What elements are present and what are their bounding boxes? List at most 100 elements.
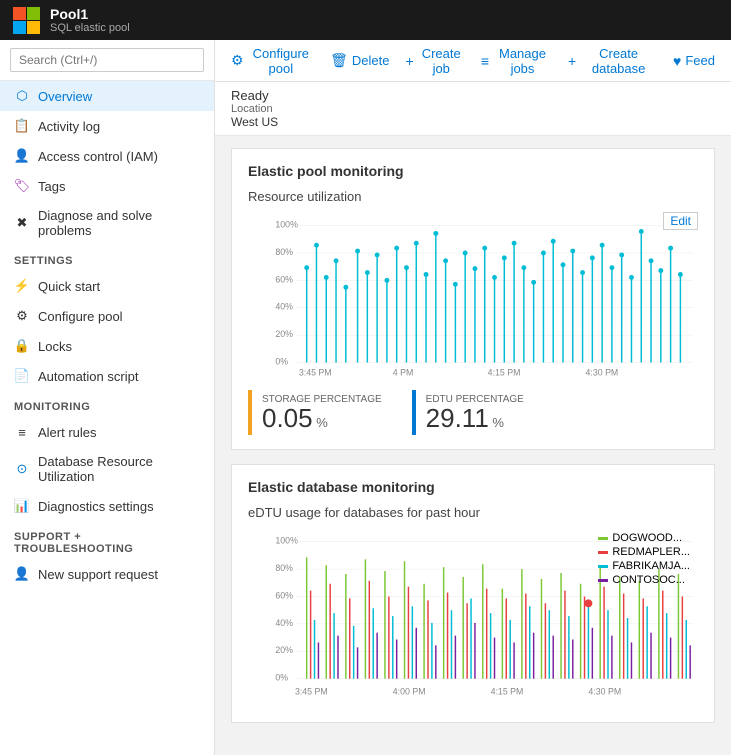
contosoc-color [598, 579, 608, 582]
dogwood-color [598, 537, 608, 540]
status-bar: Ready Location West US [215, 82, 731, 136]
sidebar-item-locks[interactable]: 🔒 Locks [0, 331, 214, 361]
content-area: ⚙ Configure pool 🗑 Delete + Create job ≡… [215, 40, 731, 755]
quick-start-icon: ⚡ [14, 278, 30, 294]
dogwood-label: DOGWOOD... [612, 532, 682, 544]
resource-util-svg: 100% 80% 60% 40% 20% 0% [248, 212, 698, 382]
sidebar-item-access-control[interactable]: 👤 Access control (IAM) [0, 141, 214, 171]
diagnostics-icon: 📊 [14, 498, 30, 514]
sidebar-label-tags: Tags [38, 179, 65, 194]
locks-icon: 🔒 [14, 338, 30, 354]
diagnose-icon: ✖ [14, 215, 30, 231]
storage-unit: % [316, 415, 328, 430]
configure-pool-button[interactable]: ⚙ Configure pool [231, 42, 314, 80]
app-logo [12, 6, 40, 34]
tags-icon: 🏷 [14, 178, 30, 194]
sidebar-label-db-resource: Database Resource Utilization [38, 454, 200, 484]
svg-text:100%: 100% [275, 536, 298, 546]
delete-icon: 🗑 [330, 52, 348, 69]
resource-subtitle: SQL elastic pool [50, 22, 130, 34]
main-layout: ⬡ Overview 📋 Activity log 👤 Access contr… [0, 40, 731, 755]
edtu-chart-container: DOGWOOD... REDMAPLER... FABRIKAMJA... [248, 528, 698, 708]
sidebar-item-tags[interactable]: 🏷 Tags [0, 171, 214, 201]
toolbar: ⚙ Configure pool 🗑 Delete + Create job ≡… [215, 40, 731, 82]
svg-text:40%: 40% [275, 618, 293, 628]
edtu-chart-title: eDTU usage for databases for past hour [248, 505, 698, 520]
new-support-icon: 👤 [14, 566, 30, 582]
sidebar-label-automation-script: Automation script [38, 369, 138, 384]
svg-text:80%: 80% [275, 247, 293, 257]
sidebar-label-quick-start: Quick start [38, 279, 100, 294]
sidebar-item-db-resource[interactable]: ⊙ Database Resource Utilization [0, 447, 214, 491]
sidebar-item-new-support[interactable]: 👤 New support request [0, 559, 214, 589]
section-label-settings: SETTINGS [0, 245, 214, 271]
sidebar-label-alert-rules: Alert rules [38, 425, 97, 440]
svg-text:60%: 60% [275, 590, 293, 600]
sidebar-item-diagnostics[interactable]: 📊 Diagnostics settings [0, 491, 214, 521]
content-scroll[interactable]: Elastic pool monitoring Resource utiliza… [215, 136, 731, 755]
svg-text:100%: 100% [275, 220, 298, 230]
db-resource-icon: ⊙ [14, 461, 30, 477]
nav-items: ⬡ Overview 📋 Activity log 👤 Access contr… [0, 81, 214, 245]
svg-text:4:30 PM: 4:30 PM [588, 686, 621, 696]
top-bar-titles: Pool1 SQL elastic pool [50, 6, 130, 34]
sidebar-item-automation-script[interactable]: 📄 Automation script [0, 361, 214, 391]
sidebar-item-configure-pool[interactable]: ⚙ Configure pool [0, 301, 214, 331]
edtu-metric: EDTU PERCENTAGE 29.11 % [412, 390, 538, 435]
svg-text:0%: 0% [275, 357, 288, 367]
svg-text:4:00 PM: 4:00 PM [393, 686, 426, 696]
top-bar: Pool1 SQL elastic pool [0, 0, 731, 40]
svg-text:0%: 0% [275, 673, 288, 683]
svg-text:4 PM: 4 PM [393, 367, 414, 377]
create-job-button[interactable]: + Create job [405, 42, 464, 80]
svg-text:4:30 PM: 4:30 PM [586, 367, 619, 377]
delete-button[interactable]: 🗑 Delete [330, 48, 389, 73]
location-label: Location [231, 103, 715, 115]
plus-icon-2: + [568, 53, 576, 69]
sidebar-search-container[interactable] [0, 40, 214, 81]
sidebar-label-activity-log: Activity log [38, 119, 100, 134]
metrics-row: STORAGE PERCENTAGE 0.05 % EDTU PERCENTAG… [248, 390, 698, 435]
sidebar-label-diagnose: Diagnose and solve problems [38, 208, 200, 238]
storage-metric-block: STORAGE PERCENTAGE 0.05 % [262, 394, 386, 431]
edit-chart-button[interactable]: Edit [663, 212, 698, 230]
activity-log-icon: 📋 [14, 118, 30, 134]
sidebar-label-diagnostics: Diagnostics settings [38, 499, 154, 514]
create-database-button[interactable]: + Create database [568, 42, 657, 80]
sidebar-sections: SETTINGS ⚡ Quick start ⚙ Configure pool … [0, 245, 214, 589]
sidebar-item-activity-log[interactable]: 📋 Activity log [0, 111, 214, 141]
list-icon: ≡ [481, 53, 489, 69]
svg-text:3:45 PM: 3:45 PM [295, 686, 328, 696]
svg-text:4:15 PM: 4:15 PM [491, 686, 524, 696]
sidebar-item-overview[interactable]: ⬡ Overview [0, 81, 214, 111]
edtu-unit: % [492, 415, 504, 430]
feed-button[interactable]: ♥ Feed [673, 49, 715, 73]
automation-script-icon: 📄 [14, 368, 30, 384]
search-input[interactable] [10, 48, 204, 72]
sidebar-item-diagnose[interactable]: ✖ Diagnose and solve problems [0, 201, 214, 245]
edtu-metric-block: EDTU PERCENTAGE 29.11 % [426, 394, 528, 431]
fabrikamja-label: FABRIKAMJA... [612, 560, 690, 572]
sidebar-label-overview: Overview [38, 89, 92, 104]
alert-rules-icon: ≡ [14, 424, 30, 440]
section-label-support-+-troubleshooting: SUPPORT + TROUBLESHOOTING [0, 521, 214, 559]
plus-icon: + [405, 53, 413, 69]
contosoc-label: CONTOSOC... [612, 574, 685, 586]
gear-icon: ⚙ [231, 52, 244, 69]
elastic-pool-title: Elastic pool monitoring [248, 163, 698, 179]
svg-text:40%: 40% [275, 302, 293, 312]
sidebar-item-alert-rules[interactable]: ≡ Alert rules [0, 417, 214, 447]
sidebar-item-quick-start[interactable]: ⚡ Quick start [0, 271, 214, 301]
sidebar-label-access-control: Access control (IAM) [38, 149, 158, 164]
resource-util-title: Resource utilization [248, 189, 698, 204]
legend-dogwood: DOGWOOD... [598, 532, 690, 544]
manage-jobs-button[interactable]: ≡ Manage jobs [481, 42, 552, 80]
status-ready: Ready [231, 88, 715, 103]
resource-title: Pool1 [50, 6, 130, 22]
redmapler-label: REDMAPLER... [612, 546, 690, 558]
elastic-db-panel: Elastic database monitoring eDTU usage f… [231, 464, 715, 723]
section-label-monitoring: MONITORING [0, 391, 214, 417]
sidebar: ⬡ Overview 📋 Activity log 👤 Access contr… [0, 40, 215, 755]
storage-metric: STORAGE PERCENTAGE 0.05 % [248, 390, 396, 435]
sidebar-label-configure-pool: Configure pool [38, 309, 123, 324]
